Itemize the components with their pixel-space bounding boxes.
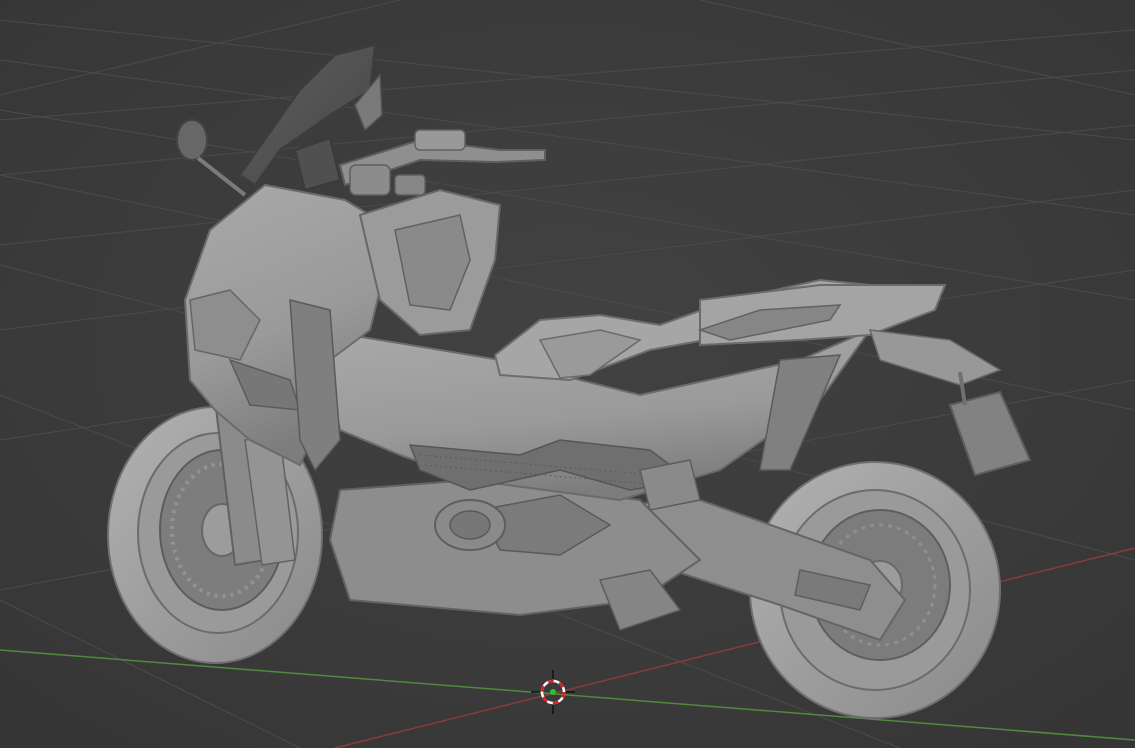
3d-viewport[interactable] (0, 0, 1135, 748)
footpeg-bracket (639, 459, 701, 511)
